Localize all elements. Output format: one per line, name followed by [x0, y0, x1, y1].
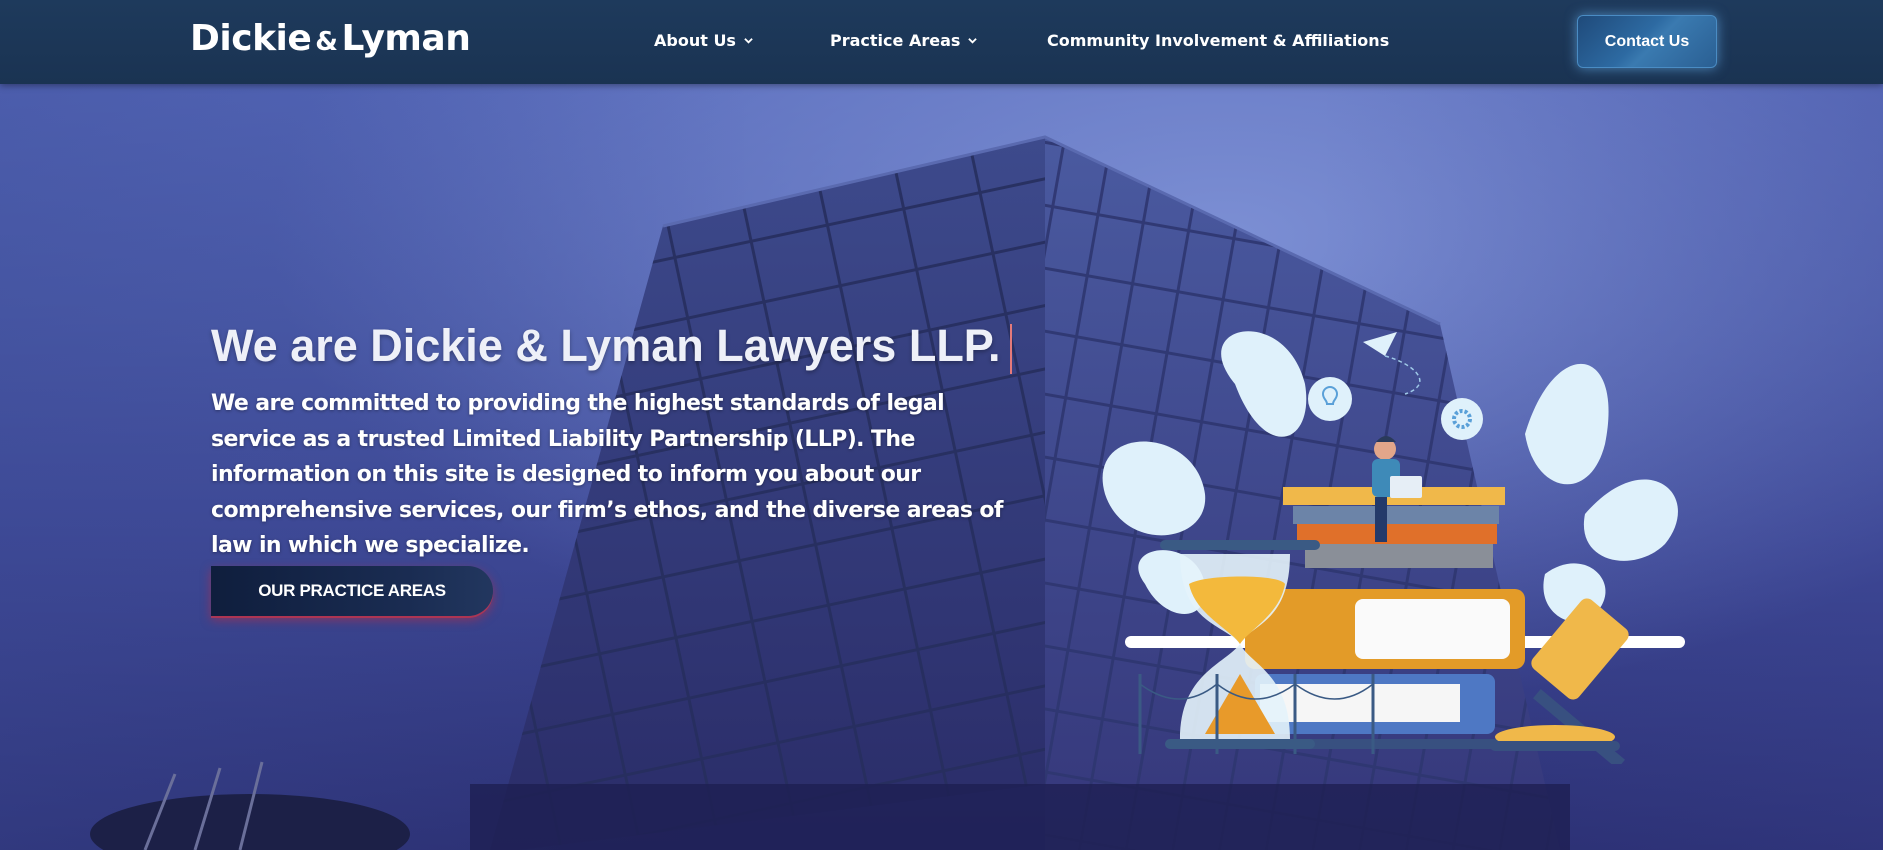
- our-practice-areas-button[interactable]: OUR PRACTICE AREAS: [211, 566, 493, 616]
- nav-about-us[interactable]: About Us: [654, 31, 753, 50]
- lightbulb-icon: [1308, 377, 1352, 421]
- site-logo[interactable]: Dickie & Lyman: [190, 18, 471, 59]
- nav-community-label: Community Involvement & Affiliations: [1047, 31, 1390, 50]
- chevron-down-icon: [744, 38, 753, 44]
- typing-cursor: [1010, 324, 1012, 374]
- chevron-down-icon: [968, 38, 978, 44]
- hero-description: We are committed to providing the highes…: [211, 391, 1003, 558]
- nav-practice-areas-label: Practice Areas: [830, 31, 961, 50]
- logo-ampersand: &: [315, 27, 338, 57]
- contact-us-button[interactable]: Contact Us: [1577, 15, 1717, 68]
- legal-illustration: [1102, 331, 1685, 764]
- hero-title: We are Dickie & Lyman Lawyers LLP.: [211, 320, 1001, 371]
- gear-icon: [1441, 398, 1483, 440]
- site-header: Dickie & Lyman About Us Practice Areas Com…: [0, 0, 1883, 84]
- nav-about-us-label: About Us: [654, 31, 736, 50]
- nav-practice-areas[interactable]: Practice Areas: [830, 31, 978, 50]
- paper-plane-icon: [1363, 332, 1421, 395]
- logo-part-1: Dickie: [190, 18, 312, 59]
- hero-section: We are Dickie & Lyman Lawyers LLP. We ar…: [0, 84, 1883, 850]
- nav-community-involvement[interactable]: Community Involvement & Affiliations: [1047, 31, 1389, 50]
- logo-part-2: Lyman: [341, 18, 471, 59]
